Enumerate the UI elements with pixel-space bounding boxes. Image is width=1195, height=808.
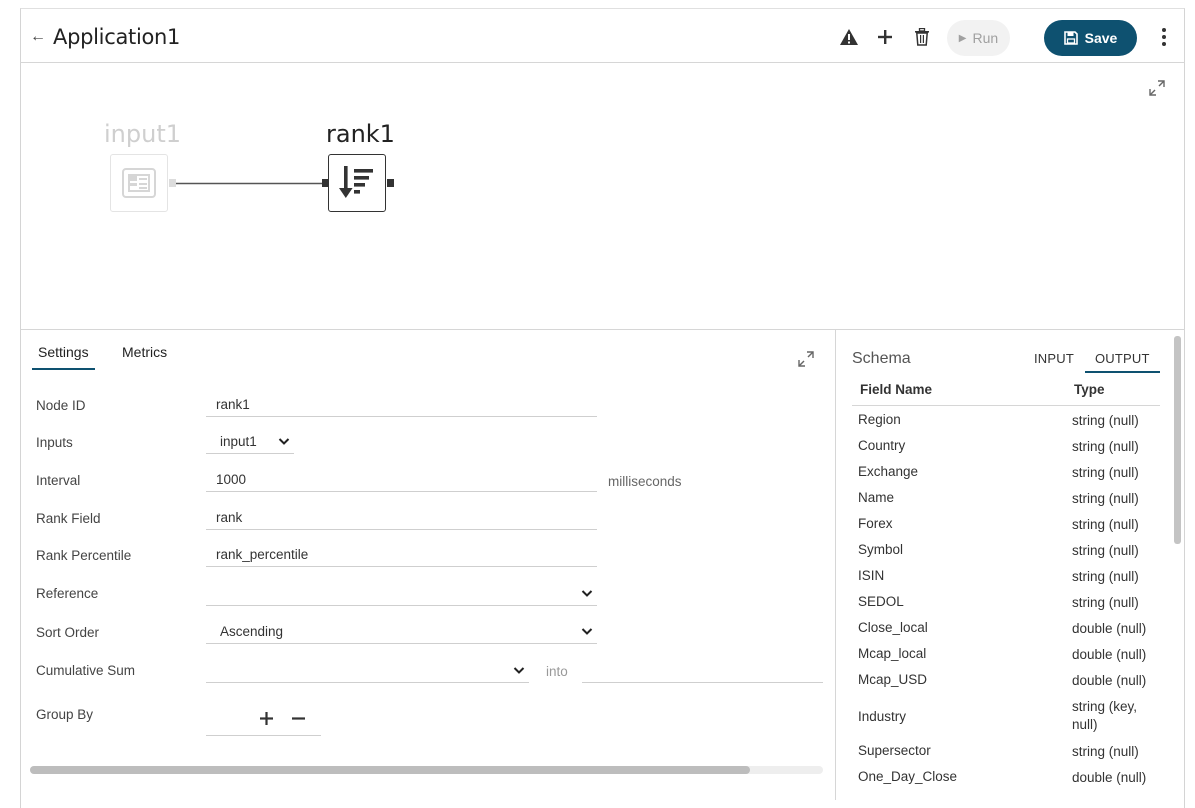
group-by-field: [206, 704, 321, 736]
node-input1[interactable]: [110, 154, 168, 212]
field-name-cell: One_Day_Close: [858, 769, 958, 784]
field-name-cell: Close_local: [858, 620, 928, 635]
field-type-cell: string (null): [1072, 465, 1139, 480]
settings-panel: Settings Metrics Node ID rank1 Inputs in…: [20, 330, 835, 800]
reference-label: Reference: [36, 586, 99, 601]
field-type-cell: string (null): [1072, 517, 1139, 532]
rank-field-label: Rank Field: [36, 511, 101, 526]
into-label: into: [546, 664, 568, 679]
trash-icon[interactable]: [911, 26, 933, 48]
field-type-cell: string (key, null): [1072, 699, 1138, 732]
table-icon: [122, 168, 156, 198]
tab-metrics[interactable]: Metrics: [122, 344, 167, 360]
add-group-icon[interactable]: [260, 712, 273, 725]
sort-order-label: Sort Order: [36, 625, 100, 640]
node-label-rank1: rank1: [326, 120, 395, 148]
node-label-input1: input1: [104, 120, 182, 148]
cumulative-sum-select[interactable]: [206, 659, 529, 683]
schema-panel: Schema INPUT OUTPUT Field Name Type Regi…: [835, 330, 1185, 800]
node-id-value: rank1: [216, 397, 250, 412]
interval-value: 1000: [216, 472, 247, 487]
field-type-cell: double (null): [1072, 770, 1147, 785]
column-header-type: Type: [1074, 382, 1105, 397]
rank-field-input[interactable]: rank: [206, 506, 597, 530]
tab-input[interactable]: INPUT: [1034, 351, 1074, 366]
back-arrow-icon[interactable]: ←: [30, 28, 46, 46]
output-port[interactable]: [169, 179, 176, 187]
chevron-down-icon: [513, 667, 525, 674]
remove-group-icon[interactable]: [292, 712, 305, 725]
reference-select[interactable]: [206, 582, 597, 606]
output-port[interactable]: [387, 179, 394, 187]
app-header: ← Application1 ▶ Run Save: [20, 8, 1185, 63]
play-icon: ▶: [958, 32, 967, 44]
column-header-field-name: Field Name: [860, 382, 933, 397]
into-field[interactable]: [582, 659, 823, 683]
interval-label: Interval: [36, 473, 81, 488]
field-name-cell: Name: [858, 490, 895, 505]
page-title: Application1: [53, 25, 181, 49]
chevron-down-icon: [581, 590, 593, 597]
rank-field-value: rank: [216, 510, 243, 525]
chevron-down-icon: [278, 438, 290, 445]
sort-order-value: Ascending: [220, 624, 284, 639]
field-name-cell: Country: [858, 438, 906, 453]
node-id-field[interactable]: rank1: [206, 393, 597, 417]
inputs-label: Inputs: [36, 435, 73, 450]
field-name-cell: Supersector: [858, 743, 931, 758]
field-name-cell: Forex: [858, 516, 893, 531]
interval-field[interactable]: 1000: [206, 468, 597, 492]
field-type-cell: string (null): [1072, 439, 1139, 454]
field-name-cell: Symbol: [858, 542, 904, 557]
warning-icon[interactable]: [838, 26, 860, 48]
expand-icon[interactable]: [1148, 79, 1166, 102]
field-type-cell: string (null): [1072, 413, 1139, 428]
node-id-label: Node ID: [36, 398, 86, 413]
field-name-cell: Mcap_USD: [858, 672, 928, 687]
run-button-label: Run: [972, 30, 999, 46]
node-connector: [176, 182, 326, 185]
field-type-cell: string (null): [1072, 543, 1139, 558]
horizontal-scrollbar-thumb[interactable]: [30, 766, 750, 774]
field-type-cell: string (null): [1072, 491, 1139, 506]
group-by-label: Group By: [36, 707, 94, 722]
field-name-cell: SEDOL: [858, 594, 904, 609]
field-name-cell: Mcap_local: [858, 646, 927, 661]
chevron-down-icon: [581, 628, 593, 635]
interval-unit: milliseconds: [608, 474, 682, 489]
node-rank1[interactable]: [328, 154, 386, 212]
field-type-cell: double (null): [1072, 621, 1147, 636]
plus-icon[interactable]: [874, 26, 896, 48]
sort-order-select[interactable]: Ascending: [206, 620, 597, 644]
more-options-icon[interactable]: [1154, 26, 1174, 48]
save-button-label: Save: [1084, 30, 1118, 46]
header-divider: [852, 405, 1160, 406]
vertical-scrollbar-thumb[interactable]: [1174, 336, 1181, 544]
floppy-disk-icon: [1063, 31, 1078, 45]
sort-descending-icon: [339, 166, 373, 198]
field-name-cell: ISIN: [858, 568, 885, 583]
schema-title: Schema: [852, 350, 911, 367]
field-name-cell: Region: [858, 412, 901, 427]
expand-icon[interactable]: [797, 350, 815, 373]
inputs-value: input1: [220, 434, 257, 449]
pipeline-canvas[interactable]: input1 rank1: [20, 63, 1185, 330]
tab-settings[interactable]: Settings: [32, 344, 95, 370]
cumulative-sum-label: Cumulative Sum: [36, 663, 136, 678]
save-button[interactable]: Save: [1044, 20, 1137, 56]
field-name-cell: Exchange: [858, 464, 919, 479]
field-type-cell: double (null): [1072, 673, 1147, 688]
field-type-cell: string (null): [1072, 744, 1139, 759]
field-type-cell: string (null): [1072, 569, 1139, 584]
field-type-cell: double (null): [1072, 647, 1147, 662]
rank-percentile-value: rank_percentile: [216, 547, 309, 562]
rank-percentile-input[interactable]: rank_percentile: [206, 543, 597, 567]
run-button[interactable]: ▶ Run: [947, 20, 1010, 56]
field-type-cell: string (null): [1072, 595, 1139, 610]
rank-percentile-label: Rank Percentile: [36, 548, 132, 563]
inputs-select[interactable]: input1: [206, 430, 294, 454]
tab-output[interactable]: OUTPUT: [1085, 351, 1160, 373]
field-name-cell: Industry: [858, 709, 907, 724]
